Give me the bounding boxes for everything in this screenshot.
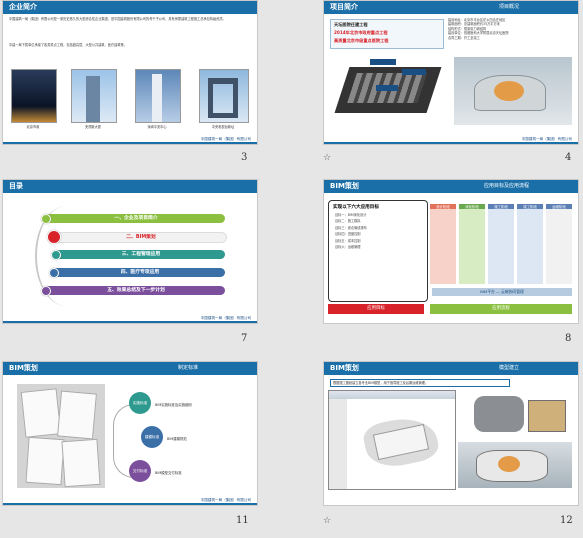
slide-title: 目录 [9,182,23,190]
slide-footer: 中国建筑一局（集团）有限公司 [3,495,257,505]
slide-header: 目录 [3,180,257,193]
building-photo-1 [11,69,57,123]
structure-model-image [458,390,572,438]
slide-title: 项目简介 [330,3,358,11]
column-header: 施工阶段 [488,204,514,209]
star-icon[interactable]: ☆ [323,153,331,163]
slide-header: BIM策划 模型建立 [324,362,578,375]
toc-dot-3 [51,250,61,260]
slide-footer: 中国建筑一局（集团）有限公司 [3,134,257,144]
column-header: 深化阶段 [459,204,485,209]
callout-line-1: 天坛医院迁建工程 [334,22,368,27]
slide-number-3: 3 [241,152,248,163]
star-icon[interactable]: ☆ [323,516,331,526]
platform-bar: BIM平台 — 云端协同管理 [432,288,572,296]
building-photo-2 [71,69,117,123]
slide-number-12: 12 [560,515,573,526]
bullet-item: 合同工期：开工至竣工 [448,35,480,40]
photo-caption-4: 中央电视台新址 [211,125,235,129]
intro-text-2: 中建一局下属单位承接了各类重点工程，包括超高层、大型公共建筑、医疗建筑等。 [9,43,127,47]
goal-item: 目标六：运维管理 [335,245,361,250]
slide-header: BIM策划 制定标准 [3,362,257,375]
slide-footer: 中国建筑一局（集团）有限公司 [324,134,578,144]
slide-number-11: 11 [236,515,249,526]
column-header: 竣工阶段 [517,204,543,209]
toc-dot-5 [41,286,51,296]
column-header: 运维阶段 [546,204,572,209]
toc-item-4[interactable]: 四、医疗专项应用 [55,268,225,277]
process-columns: 设计阶段 深化阶段 施工阶段 竣工阶段 运维阶段 [430,204,574,288]
node-modeling: 建模标准 [141,426,163,448]
node-text-1: BIM实施标准及实施细则 [155,403,192,407]
intro-text: 中国建筑一局（集团）有限公司是一家历史悠久的大型综合性企业集团，是中国建筑股份有… [9,17,226,21]
goals-title: 实现以下六大应用目标 [333,205,379,210]
arrow-goals: 应用目标 [328,304,424,314]
callout-line-3: 高质量北京市级重点医院工程 [334,38,389,43]
slide-thumbnail-11[interactable]: BIM策划 制定标准 实施标准 建模标准 交付标准 BIM实施标准及实施细则 B… [2,361,258,506]
goals-panel: 实现以下六大应用目标 目标一：BIM深化设计 目标二：施工模拟 目标三：综合管线… [328,200,428,302]
goal-item: 目标五：成本控制 [335,238,361,243]
node-text-3: BIM模型交付标准 [155,471,182,475]
node-implementation: 实施标准 [129,392,151,414]
toc-item-2[interactable]: 二、BIM策划 [55,232,227,243]
slide-thumbnail-3[interactable]: 企业简介 中国建筑一局（集团）有限公司是一家历史悠久的大型综合性企业集团，是中国… [2,0,258,145]
column-header: 设计阶段 [430,204,456,209]
toc-dot-2 [47,230,61,244]
toc-dot-4 [49,268,59,278]
slide-subtitle: 应用目标及应用流程 [484,183,530,189]
goal-item: 目标四：进度控制 [335,232,361,237]
photo-caption-1: 北京市政 [26,125,40,129]
photo-caption-3: 深圳平安中心 [147,125,167,129]
model-note: 根据施工图纸建立各专业BIM模型，用于指导施工及后期运维管理。 [330,379,510,387]
goal-item: 目标二：施工模拟 [335,219,361,224]
slide-subtitle: 项目概况 [499,4,520,10]
arrow-process: 应用流程 [430,304,572,314]
slide-number-8: 8 [565,333,572,344]
slide-title: BIM策划 [9,364,38,372]
site-plan-model [332,53,442,127]
slide-header: BIM策划 应用目标及应用流程 [324,180,578,193]
slide-subtitle: 模型建立 [499,365,520,371]
project-bullets: 建设地址：北京市丰台区花乡四合庄地区 建筑面积：总建筑面积约35万平方米 结构形… [448,18,574,40]
toc-item-1[interactable]: 一、企业及项目简介 [47,214,225,223]
slide-subtitle: 制定标准 [178,365,199,371]
slide-number-7: 7 [241,333,248,344]
node-text-2: BIM建模规范 [167,437,187,441]
slide-title: BIM策划 [330,182,359,190]
slide-header: 企业简介 [3,1,257,14]
photo-caption-2: 央视新大厦 [85,125,101,129]
standards-documents-photo [17,384,105,488]
site-model-image [458,442,572,488]
building-photo-3 [135,69,181,123]
slide-title: BIM策划 [330,364,359,372]
toc-item-3[interactable]: 三、工程管理应用 [57,250,225,259]
slide-title: 企业简介 [9,3,37,11]
slide-footer: 中国建筑一局（集团）有限公司 [3,313,257,323]
callout-line-2: 2014年北京市政府重点工程 [334,30,388,35]
goal-item: 目标三：综合管线排布 [335,225,367,230]
slide-thumbnail-8[interactable]: BIM策划 应用目标及应用流程 实现以下六大应用目标 目标一：BIM深化设计 目… [323,179,579,324]
revit-screenshot [328,390,456,490]
slide-number-4: 4 [565,152,572,163]
node-delivery: 交付标准 [129,460,151,482]
slide-header: 项目简介 项目概况 [324,1,578,14]
building-photo-4 [199,69,249,123]
goal-item: 目标一：BIM深化设计 [335,213,367,217]
toc-dot-1 [41,214,51,224]
slide-thumbnail-12[interactable]: BIM策划 模型建立 根据施工图纸建立各专业BIM模型，用于指导施工及后期运维管… [323,361,579,506]
slide-thumbnail-7[interactable]: 目录 一、企业及项目简介 二、BIM策划 三、工程管理应用 四、医疗专项应用 五… [2,179,258,324]
project-callout: 天坛医院迁建工程 2014年北京市政府重点工程 高质量北京市级重点医院工程 [330,19,444,49]
hospital-rendering [454,57,572,125]
toc-item-5[interactable]: 五、效果总结及下一步计划 [47,286,225,295]
slide-thumbnail-4[interactable]: 项目简介 项目概况 天坛医院迁建工程 2014年北京市政府重点工程 高质量北京市… [323,0,579,145]
